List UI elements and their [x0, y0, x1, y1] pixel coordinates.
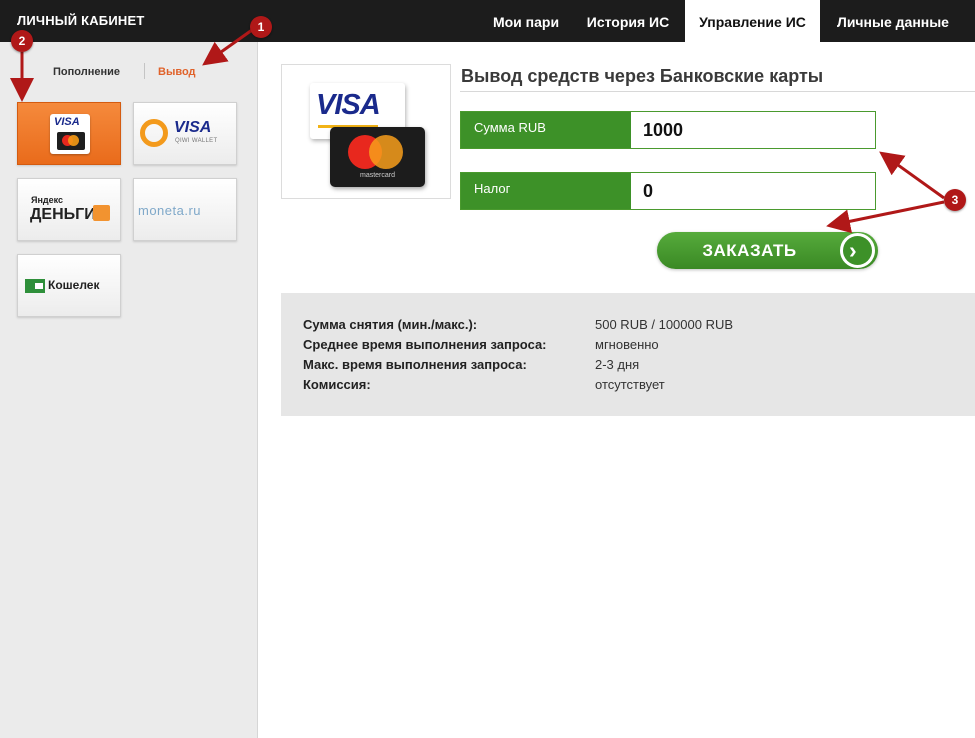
info-value-avg-time: мгновенно — [595, 337, 659, 352]
tab-my-bets[interactable]: Мои пари — [481, 0, 571, 42]
mastercard-icon — [57, 132, 85, 150]
mastercard-logo-text: mastercard — [359, 172, 395, 179]
cabinet-title: ЛИЧНЫЙ КАБИНЕТ — [17, 13, 145, 28]
tab-history[interactable]: История ИС — [575, 0, 681, 42]
qiwi-visa-text: VISA — [174, 119, 212, 136]
withdrawal-info-panel: Сумма снятия (мин./макс.): 500 RUB / 100… — [281, 293, 975, 416]
visa-logo-text: VISA — [316, 89, 381, 121]
chevron-right-icon: › — [840, 233, 875, 268]
order-button-label: ЗАКАЗАТЬ — [702, 241, 797, 260]
arrow-3a — [879, 151, 945, 200]
subtab-withdraw[interactable]: Вывод — [158, 66, 196, 78]
subtab-divider — [144, 63, 145, 79]
tab-personal-data[interactable]: Личные данные — [822, 0, 964, 42]
step-marker-2: 2 — [11, 30, 33, 52]
method-visa-mastercard[interactable]: VISA — [17, 102, 121, 165]
mastercard-card-icon: mastercard — [330, 127, 425, 187]
visa-logo-text: VISA — [54, 116, 80, 128]
info-value-limits: 500 RUB / 100000 RUB — [595, 317, 734, 332]
info-label-max-time: Макс. время выполнения запроса: — [303, 357, 527, 372]
tax-field-row: Налог — [460, 172, 876, 210]
top-navigation-bar: ЛИЧНЫЙ КАБИНЕТ Мои пари История ИС Управ… — [0, 0, 975, 42]
step-marker-3: 3 — [944, 189, 966, 211]
method-yandex-money[interactable]: Яндекс ДЕНЬГИ — [17, 178, 121, 241]
info-label-limits: Сумма снятия (мин./макс.): — [303, 317, 478, 332]
payment-method-sidebar: Пополнение Вывод VISA VISA QIWI WALLET Я… — [0, 42, 258, 738]
qiwi-wallet-text: QIWI WALLET — [175, 138, 218, 144]
tax-input[interactable] — [631, 173, 875, 209]
title-divider — [460, 91, 975, 92]
amount-field-row: Сумма RUB — [460, 111, 876, 149]
method-moneta[interactable]: moneta.ru — [133, 178, 237, 241]
step-marker-1: 1 — [250, 16, 272, 38]
info-label-commission: Комиссия: — [303, 377, 371, 392]
wallet-icon — [25, 279, 45, 293]
tax-label: Налог — [461, 173, 631, 209]
info-label-avg-time: Среднее время выполнения запроса: — [303, 337, 547, 352]
yandex-logo-main: ДЕНЬГИ — [30, 206, 96, 223]
method-qiwi-visa-wallet[interactable]: VISA QIWI WALLET — [133, 102, 237, 165]
moneta-logo-text: moneta.ru — [138, 203, 202, 218]
amount-label: Сумма RUB — [461, 112, 631, 148]
visa-mastercard-icon: VISA — [50, 114, 90, 154]
tab-manage-funds[interactable]: Управление ИС — [685, 0, 820, 42]
method-koshelek[interactable]: Кошелек — [17, 254, 121, 317]
withdrawal-form-title: Вывод средств через Банковские карты — [461, 66, 824, 86]
subtab-deposit[interactable]: Пополнение — [53, 66, 120, 78]
info-value-max-time: 2-3 дня — [595, 357, 640, 372]
order-button[interactable]: ЗАКАЗАТЬ › — [657, 232, 878, 269]
yandex-logo-top: Яндекс — [31, 195, 64, 205]
koshelek-logo-text: Кошелек — [48, 278, 100, 292]
qiwi-icon — [140, 119, 168, 147]
yandex-wallet-icon — [93, 205, 110, 221]
bank-cards-logo: VISA mastercard — [281, 64, 451, 199]
info-value-commission: отсутствует — [595, 377, 665, 392]
amount-input[interactable] — [631, 112, 875, 148]
